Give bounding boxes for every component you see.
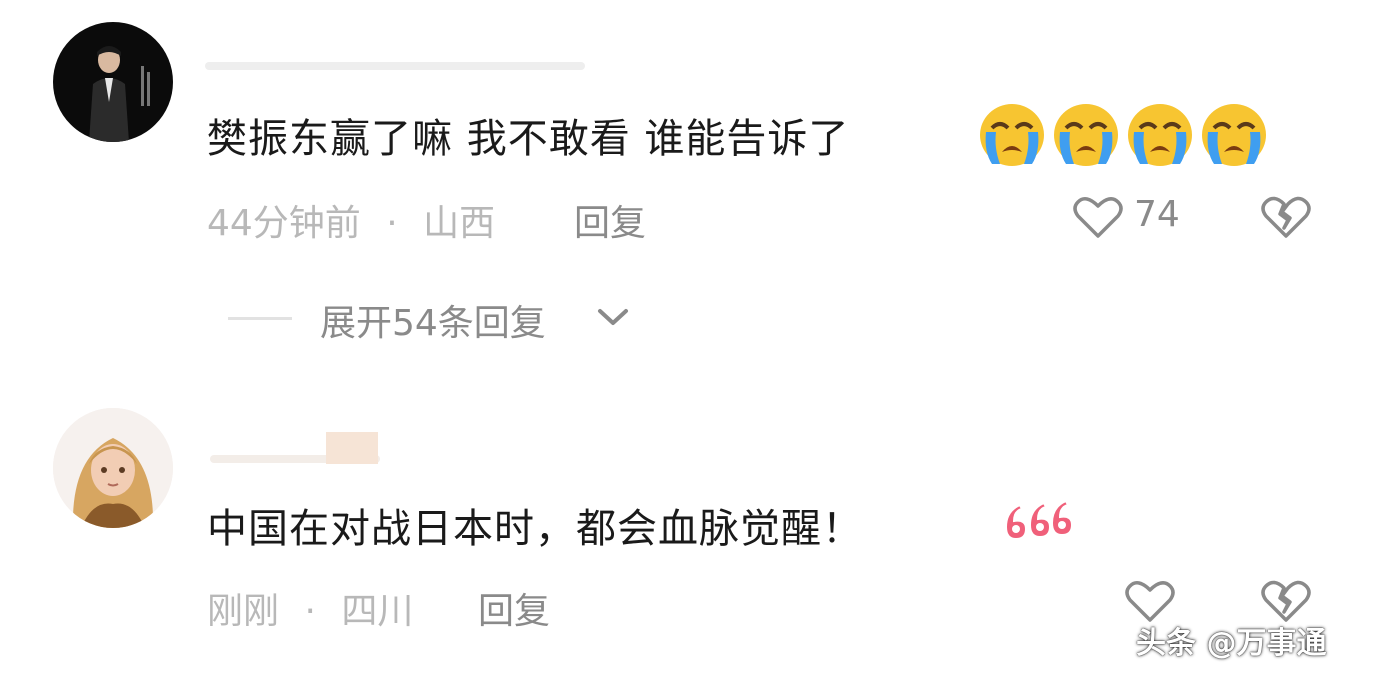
comment-text: 樊振东赢了嘛 我不敢看 谁能告诉了 — [207, 106, 849, 164]
loudly-crying-face-icon — [1202, 104, 1266, 166]
comment-location: 山西 — [423, 203, 496, 244]
avatar[interactable] — [53, 22, 173, 142]
comment-body: 中国在对战日本时，都会血脉觉醒！ — [207, 506, 863, 552]
emoji-group — [978, 102, 1278, 168]
comment-text: 中国在对战日本时，都会血脉觉醒！ — [207, 496, 863, 554]
broken-heart-icon[interactable] — [1260, 194, 1312, 240]
username-redacted-block — [326, 432, 378, 464]
reply-button[interactable]: 回复 — [574, 194, 646, 246]
loudly-crying-face-icon — [1128, 104, 1192, 166]
comment-time: 刚刚 — [207, 591, 280, 632]
loudly-crying-face-icon — [980, 104, 1044, 166]
like-count: 74 — [1134, 194, 1180, 235]
reply-button[interactable]: 回复 — [478, 582, 550, 634]
expand-replies-label[interactable]: 展开54条回复 — [320, 294, 546, 346]
username-redacted[interactable] — [205, 62, 585, 70]
loudly-crying-face-icon — [1054, 104, 1118, 166]
divider-line — [228, 317, 292, 320]
comment-time: 44分钟前 — [207, 203, 361, 244]
avatar[interactable] — [53, 408, 173, 528]
comment-meta: 刚刚 · 四川 — [207, 582, 413, 634]
heart-icon[interactable] — [1072, 194, 1124, 240]
666-sticker-icon — [1004, 499, 1074, 541]
watermark: 头条 @万事通 — [1136, 626, 1327, 661]
meta-separator: · — [304, 591, 316, 632]
comment-location: 四川 — [341, 591, 414, 632]
meta-separator: · — [386, 203, 398, 244]
comment-body: 樊振东赢了嘛 我不敢看 谁能告诉了 — [207, 116, 850, 162]
chevron-down-icon[interactable] — [596, 305, 630, 329]
comment-meta: 44分钟前 · 山西 — [207, 194, 495, 246]
